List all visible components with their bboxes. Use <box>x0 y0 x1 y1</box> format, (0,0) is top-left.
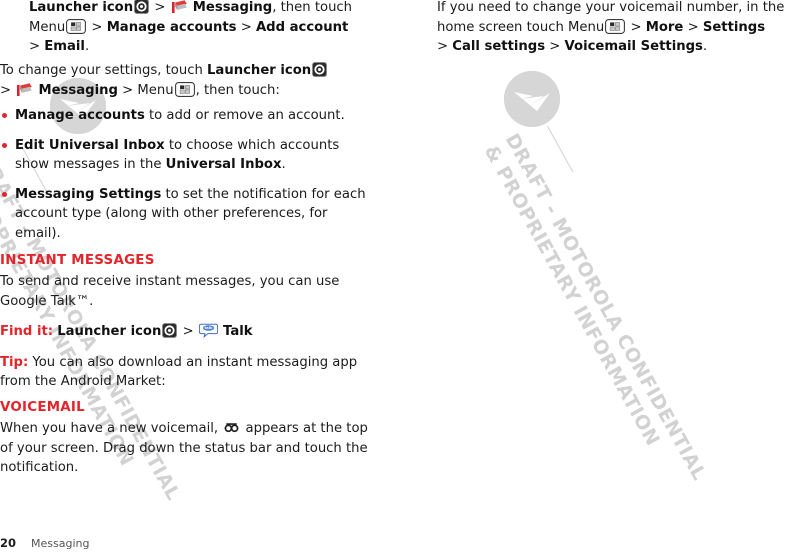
chevron-separator: > <box>437 39 449 54</box>
chevron-separator: > <box>182 324 194 339</box>
paragraph: When you have a new voicemail, appears a… <box>0 419 375 478</box>
list-item-text: to add or remove an account. <box>144 108 345 123</box>
paragraph: If you need to change your voicemail num… <box>437 0 795 57</box>
list-item-text-2: . <box>281 157 286 172</box>
page-footer: 20 Messaging <box>0 536 420 550</box>
lead-text: To change your settings, touch <box>0 63 203 78</box>
para-change-settings: To change your settings, touch Launcher … <box>0 61 375 100</box>
watermark-rule <box>547 126 574 172</box>
add-account-label: Add account <box>255 19 349 35</box>
bullet-list-container: Manage accounts to add or remove an acco… <box>0 106 370 243</box>
messaging-label: Messaging <box>38 82 118 98</box>
messaging-mailbox-icon <box>16 82 33 97</box>
paragraph: Launcher icon > Messaging, then touch Me… <box>0 0 375 57</box>
list-item-term: Edit Universal Inbox <box>15 137 165 153</box>
menu-word: Menu <box>29 19 66 35</box>
bullet-list: Manage accounts to add or remove an acco… <box>0 106 370 243</box>
launcher-icon <box>134 0 150 14</box>
messaging-label: Messaging <box>192 0 273 15</box>
motorola-batwing-logo-icon <box>504 71 560 127</box>
chevron-separator: > <box>549 39 561 54</box>
list-item-term-2: Universal Inbox <box>165 157 282 172</box>
chapter-name: Messaging <box>31 537 90 550</box>
call-settings-label: Call settings <box>452 39 546 54</box>
svg-text:talk: talk <box>204 326 213 330</box>
menu-grid-icon <box>174 81 195 97</box>
chevron-separator: > <box>29 39 41 54</box>
list-item-term: Manage accounts <box>15 108 145 123</box>
para-find-it-continued: Launcher icon > Messaging, then touch Me… <box>0 0 375 57</box>
tip-line: Tip: You can also download an instant me… <box>0 353 375 392</box>
paragraph-part-1: When you have a new voicemail, <box>0 421 223 436</box>
menu-grid-icon <box>66 18 87 34</box>
more-label: More <box>645 19 684 35</box>
watermark-line-1: DRAFT - MOTOROLA CONFIDENTIAL <box>500 130 711 485</box>
list-item: Messaging Settings to set the notificati… <box>0 185 370 244</box>
paragraph: To send and receive instant messages, yo… <box>0 274 340 309</box>
period: . <box>84 39 90 54</box>
section-instant-messages: Instant messages To send and receive ins… <box>0 253 375 392</box>
menu-grid-icon <box>605 18 626 34</box>
section-heading: Instant messages <box>0 253 155 268</box>
section-heading: Voicemail <box>0 400 85 415</box>
menu-word: Menu <box>568 19 605 35</box>
period: . <box>702 39 708 54</box>
email-label: Email <box>44 39 85 54</box>
menu-word: Menu <box>137 82 174 98</box>
list-item: Edit Universal Inbox to choose which acc… <box>0 136 370 175</box>
manual-page: DRAFT - MOTOROLA CONFIDENTIAL & PROPRIET… <box>0 0 795 559</box>
find-it-line: Find it: Launcher icon > talk Talk <box>0 322 375 342</box>
bullet-dot-icon <box>2 113 7 118</box>
section-voicemail: Voicemail When you have a new voicemail,… <box>0 400 375 478</box>
launcher-icon <box>162 323 178 338</box>
bullet-dot-icon <box>2 191 7 197</box>
bullet-dot-icon <box>2 142 7 148</box>
launcher-icon-label: Launcher icon <box>29 0 134 15</box>
watermark-line-2: & PROPRIETARY INFORMATION <box>479 141 664 450</box>
tip-text: You can also download an instant messagi… <box>0 354 358 390</box>
tip-label: Tip: <box>0 354 29 370</box>
chevron-separator: > <box>687 19 699 35</box>
voicemail-settings-label: Voicemail Settings <box>564 39 703 54</box>
google-talk-icon: talk <box>198 323 218 338</box>
voicemail-tape-icon <box>224 421 239 433</box>
settings-label: Settings <box>702 19 766 35</box>
paragraph: To change your settings, touch Launcher … <box>0 61 375 100</box>
launcher-icon <box>312 62 328 77</box>
chevron-separator: > <box>154 0 166 15</box>
paragraph-tail: , then touch: <box>195 82 280 98</box>
manage-accounts-label: Manage accounts <box>106 19 237 35</box>
para-change-voicemail-number: If you need to change your voicemail num… <box>437 0 795 57</box>
talk-label: Talk <box>223 324 253 339</box>
chevron-separator: > <box>91 19 103 35</box>
launcher-icon-label: Launcher icon <box>207 63 312 78</box>
launcher-icon-label: Launcher icon <box>57 324 162 339</box>
watermark-text-right: DRAFT - MOTOROLA CONFIDENTIAL & PROPRIET… <box>480 130 711 485</box>
chevron-separator: > <box>240 19 252 35</box>
paragraph-tail: , then touch <box>272 0 353 15</box>
find-it-label: Find it: <box>0 324 54 339</box>
page-number: 20 <box>0 536 17 550</box>
list-item-term: Messaging Settings <box>15 186 162 202</box>
messaging-mailbox-icon <box>171 0 188 14</box>
chevron-separator: > <box>0 82 12 98</box>
list-item: Manage accounts to add or remove an acco… <box>0 106 370 126</box>
chevron-separator: > <box>630 19 642 35</box>
chevron-separator: > <box>122 82 134 98</box>
